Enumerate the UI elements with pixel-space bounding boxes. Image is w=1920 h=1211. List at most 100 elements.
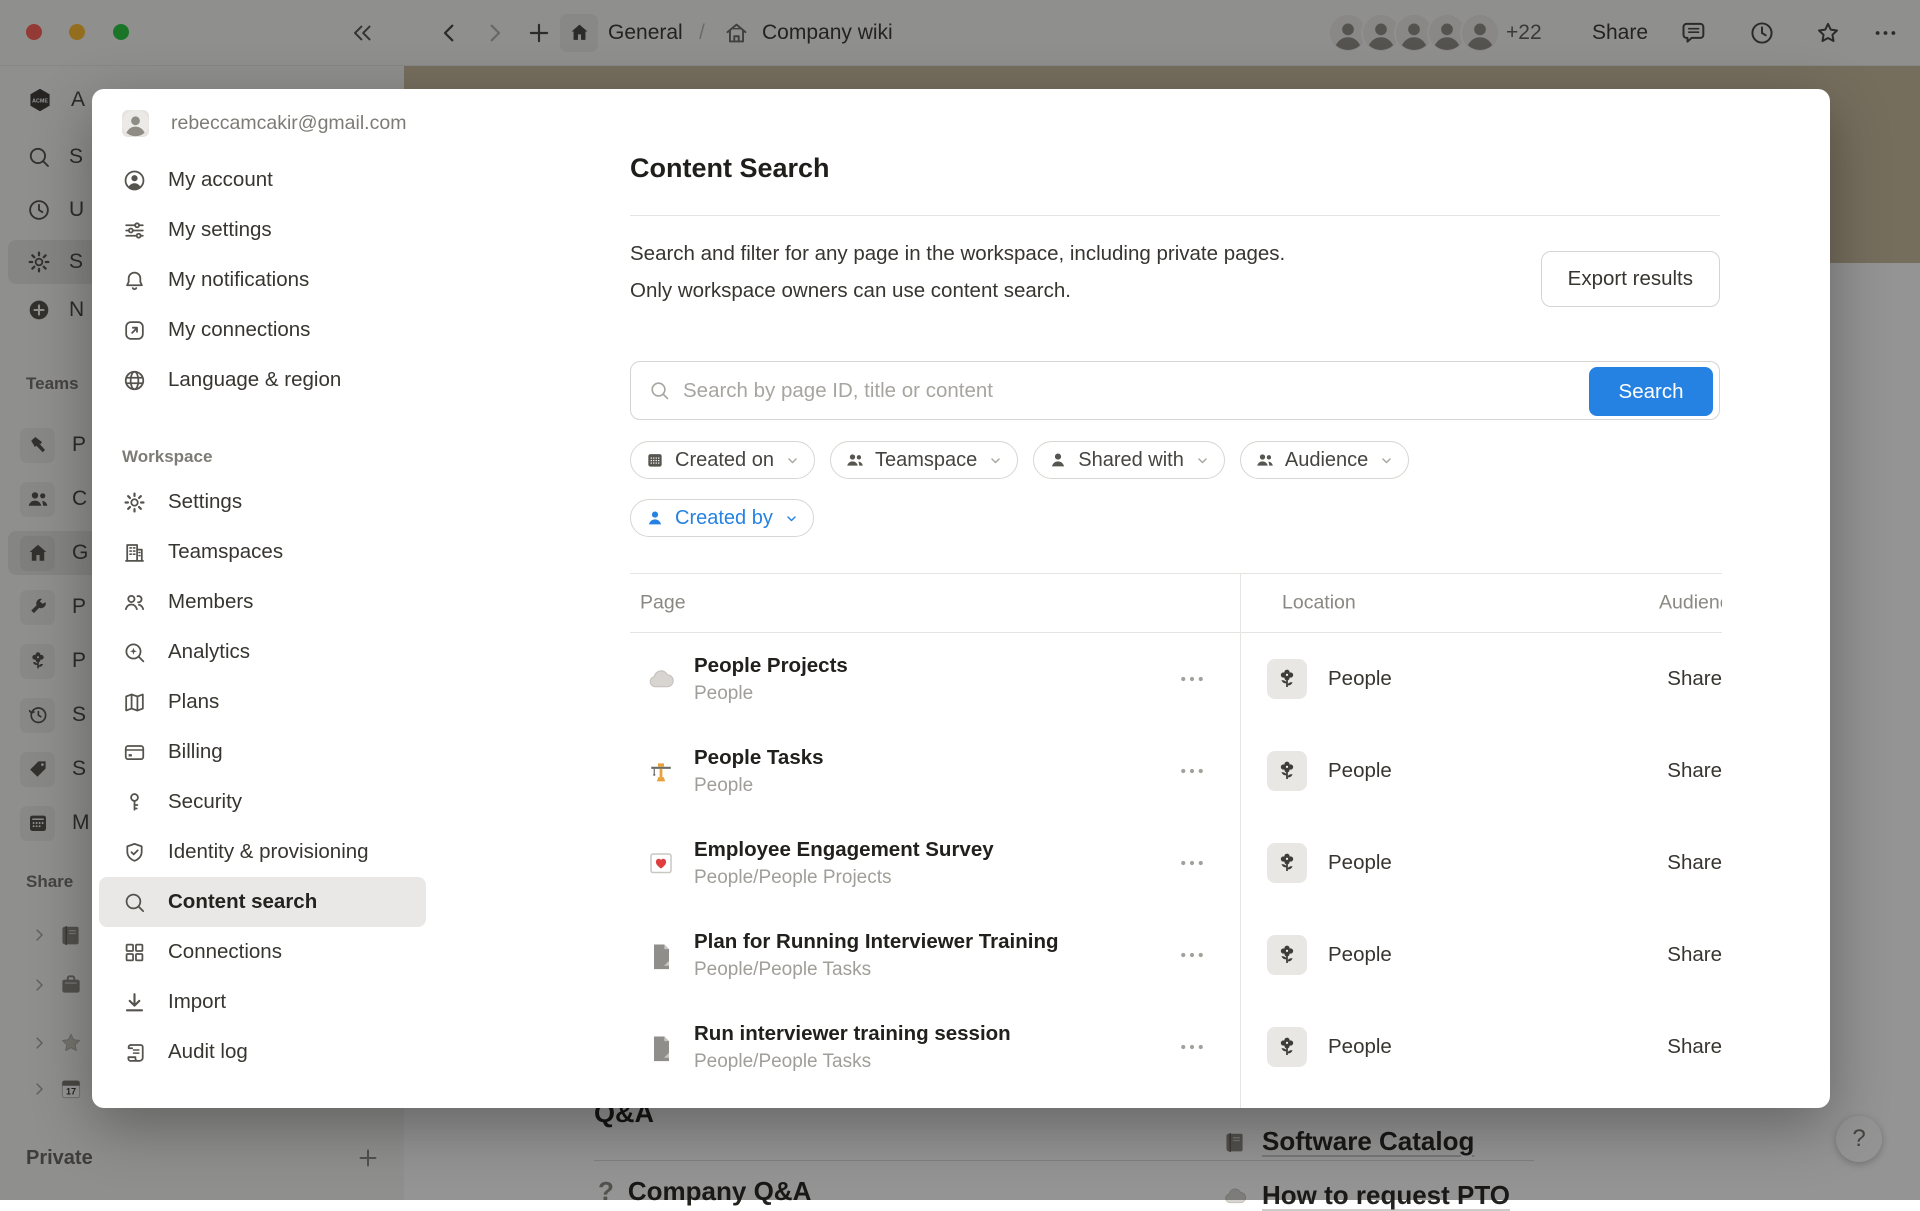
content-search-bar: Search [630, 361, 1720, 420]
filter-teamspace[interactable]: Teamspace [830, 441, 1018, 479]
import-arrow-icon [122, 990, 147, 1015]
flower-icon [1274, 758, 1300, 784]
menu-item-label: My notifications [168, 268, 309, 292]
audience-value: Share [1667, 759, 1722, 783]
menu-item-label: My account [168, 168, 273, 192]
page-title-link[interactable]: Employee Engagement Survey [694, 838, 994, 862]
filter-created-on[interactable]: Created on [630, 441, 815, 479]
table-row[interactable]: Plan for Running Interviewer Training Pe… [630, 909, 1722, 1001]
menu-item-label: My connections [168, 318, 310, 342]
menu-item-billing[interactable]: Billing [99, 727, 426, 777]
chevron-down-icon [1194, 452, 1211, 469]
document-page-icon [646, 940, 676, 970]
menu-item-label: Language & region [168, 368, 341, 392]
filter-chip-row: Created by [630, 499, 814, 537]
menu-item-teamspaces[interactable]: Teamspaces [99, 527, 426, 577]
menu-item-security[interactable]: Security [99, 777, 426, 827]
settings-modal: rebeccamcakir@gmail.com My account My se… [92, 89, 1830, 1108]
menu-item-my-account[interactable]: My account [99, 155, 426, 205]
menu-item-identity-provisioning[interactable]: Identity & provisioning [99, 827, 426, 877]
location-cell: People Share [1240, 659, 1722, 699]
menu-item-my-connections[interactable]: My connections [99, 305, 426, 355]
menu-item-plans[interactable]: Plans [99, 677, 426, 727]
menu-item-label: Analytics [168, 640, 250, 664]
page-title-link[interactable]: Run interviewer training session [694, 1022, 1011, 1046]
account-email: rebeccamcakir@gmail.com [171, 112, 406, 135]
row-menu-icon[interactable] [1177, 1032, 1207, 1062]
table-row[interactable]: Employee Engagement Survey People/People… [630, 817, 1722, 909]
location-label: People [1328, 1035, 1392, 1059]
description-line: Search and filter for any page in the wo… [630, 235, 1510, 272]
row-menu-icon[interactable] [1177, 848, 1207, 878]
search-button[interactable]: Search [1589, 367, 1713, 416]
teamspace-avatar [1267, 751, 1307, 791]
filter-created-by[interactable]: Created by [630, 499, 814, 537]
page-title-link[interactable]: Plan for Running Interviewer Training [694, 930, 1059, 954]
table-row[interactable]: Run interviewer training session People/… [630, 1001, 1722, 1093]
search-icon [648, 379, 671, 402]
analytics-search-icon [122, 640, 147, 665]
grid-icon [122, 940, 147, 965]
page-cell: People Tasks People [630, 746, 1240, 797]
chevron-down-icon [1378, 452, 1395, 469]
table-row[interactable]: People Tasks People People Share [630, 725, 1722, 817]
menu-item-label: Billing [168, 740, 223, 764]
menu-item-import[interactable]: Import [99, 977, 426, 1027]
menu-item-members[interactable]: Members [99, 577, 426, 627]
search-icon [122, 890, 147, 915]
filter-shared-with[interactable]: Shared with [1033, 441, 1225, 479]
row-menu-icon[interactable] [1177, 756, 1207, 786]
audience-value: Share [1667, 943, 1722, 967]
key-icon [122, 790, 147, 815]
filter-audience[interactable]: Audience [1240, 441, 1409, 479]
bell-icon [122, 268, 147, 293]
teamspace-avatar [1267, 843, 1307, 883]
column-header-audience: Audience [1659, 592, 1722, 615]
audience-value: Share [1667, 1035, 1722, 1059]
shield-check-icon [122, 840, 147, 865]
table-row[interactable]: People Projects People People Share [630, 633, 1722, 725]
sliders-icon [122, 218, 147, 243]
page-cell: People Projects People [630, 654, 1240, 705]
account-avatar [122, 110, 149, 137]
menu-item-content-search[interactable]: Content search [99, 877, 426, 927]
chevron-down-icon [783, 510, 800, 527]
export-results-button[interactable]: Export results [1541, 251, 1720, 307]
page-title-link[interactable]: People Projects [694, 654, 848, 678]
search-input[interactable] [683, 379, 1719, 403]
audience-value: Share [1667, 851, 1722, 875]
gear-icon [122, 490, 147, 515]
menu-item-language-region[interactable]: Language & region [99, 355, 426, 405]
filter-label: Teamspace [875, 449, 977, 472]
calendar-icon [645, 450, 665, 470]
location-cell: People Share [1240, 843, 1722, 883]
menu-item-label: Members [168, 590, 253, 614]
row-menu-icon[interactable] [1177, 664, 1207, 694]
menu-item-my-notifications[interactable]: My notifications [99, 255, 426, 305]
location-label: People [1328, 667, 1392, 691]
crane-page-icon [646, 756, 676, 786]
menu-item-audit-log[interactable]: Audit log [99, 1027, 426, 1077]
page-title-link[interactable]: People Tasks [694, 746, 824, 770]
people-icon [1255, 450, 1275, 470]
row-menu-icon[interactable] [1177, 940, 1207, 970]
menu-item-analytics[interactable]: Analytics [99, 627, 426, 677]
location-label: People [1328, 759, 1392, 783]
flower-icon [1274, 1034, 1300, 1060]
menu-item-settings[interactable]: Settings [99, 477, 426, 527]
document-page-icon [646, 1032, 676, 1062]
location-cell: People Share [1240, 751, 1722, 791]
menu-item-label: Settings [168, 490, 242, 514]
account-header: rebeccamcakir@gmail.com [92, 103, 433, 143]
page-cell: Employee Engagement Survey People/People… [630, 838, 1240, 889]
location-label: People [1328, 943, 1392, 967]
chevron-down-icon [784, 452, 801, 469]
chevron-down-icon [987, 452, 1004, 469]
menu-item-connections[interactable]: Connections [99, 927, 426, 977]
menu-item-my-settings[interactable]: My settings [99, 205, 426, 255]
workspace-section-label: Workspace [122, 447, 433, 467]
menu-item-label: Teamspaces [168, 540, 283, 564]
settings-menu: rebeccamcakir@gmail.com My account My se… [92, 89, 433, 1108]
flower-icon [1274, 850, 1300, 876]
person-icon [645, 508, 665, 528]
